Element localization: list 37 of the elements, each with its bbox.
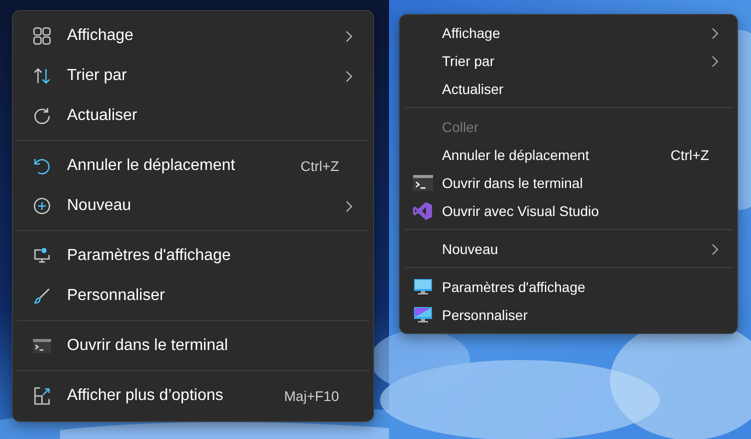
chevron-icon — [711, 26, 719, 40]
grid-icon — [33, 27, 51, 45]
sort-arrows-icon — [33, 67, 51, 85]
refresh-icon — [33, 107, 51, 125]
menu-item[interactable]: Nouveau — [404, 235, 733, 263]
chevron-icon — [345, 30, 353, 42]
menu-item[interactable]: Trier par — [17, 56, 369, 96]
menu-item[interactable]: Ouvrir dans le terminal — [404, 169, 733, 197]
menu-item[interactable]: Ouvrir avec Visual Studio — [404, 197, 733, 225]
menu-item[interactable]: Annuler le déplacement Ctrl+Z — [404, 141, 733, 169]
monitor-gear-icon — [33, 247, 51, 265]
chevron-icon — [345, 200, 353, 212]
plus-circle-icon — [33, 197, 51, 215]
menu-item[interactable]: Affichage — [404, 19, 733, 47]
menu-item[interactable]: Paramètres d'affichage — [17, 236, 369, 276]
menu-item[interactable]: Afficher plus d’options Maj+F10 — [17, 376, 369, 416]
menu-item[interactable]: Personnaliser — [17, 276, 369, 316]
chevron-icon — [711, 242, 719, 256]
brush-icon — [33, 287, 51, 305]
chevron-icon — [711, 54, 719, 68]
terminal-icon — [413, 174, 433, 192]
visual-studio-icon — [413, 202, 433, 220]
menu-item[interactable]: Paramètres d'affichage — [404, 273, 733, 301]
menu-item[interactable]: Ouvrir dans le terminal — [17, 326, 369, 366]
expand-icon — [33, 387, 51, 405]
chevron-icon — [345, 70, 353, 82]
menu-item[interactable]: Nouveau — [17, 186, 369, 226]
personalize-monitor-icon — [413, 306, 433, 324]
terminal-icon — [33, 337, 51, 355]
monitor-icon — [413, 278, 433, 296]
menu-item[interactable]: Personnaliser — [404, 301, 733, 329]
menu-item[interactable]: Actualiser — [17, 96, 369, 136]
menu-item[interactable]: Affichage — [17, 16, 369, 56]
menu-item[interactable]: Actualiser — [404, 75, 733, 103]
undo-icon — [33, 157, 51, 175]
menu-item[interactable]: Trier par — [404, 47, 733, 75]
menu-item[interactable]: Annuler le déplacement Ctrl+Z — [17, 146, 369, 186]
